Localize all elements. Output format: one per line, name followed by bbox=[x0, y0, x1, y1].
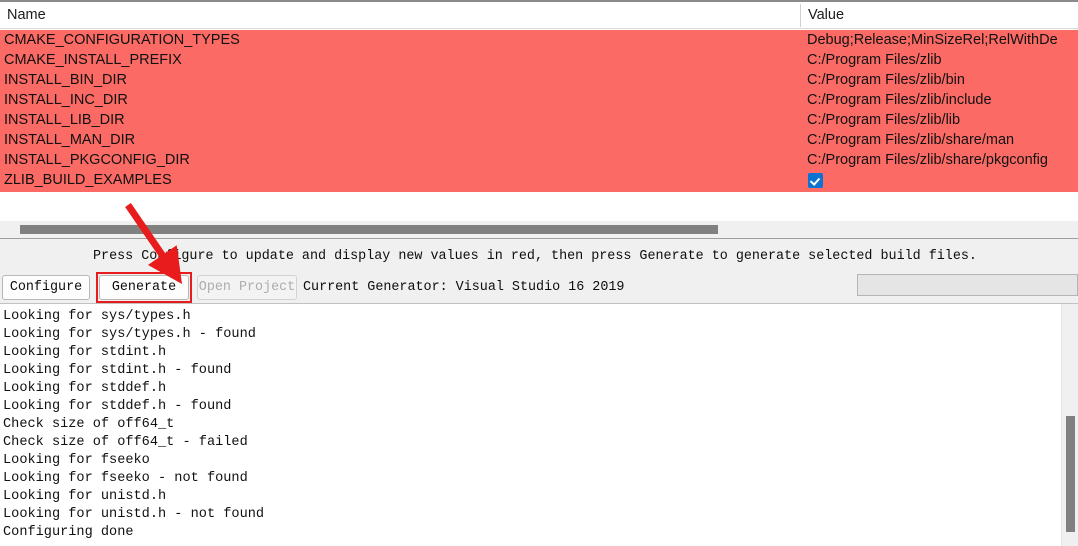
horizontal-scrollbar-thumb[interactable] bbox=[20, 225, 718, 234]
cache-variables-panel: Name Value CMAKE_CONFIGURATION_TYPES Deb… bbox=[0, 0, 1078, 192]
table-row[interactable]: INSTALL_LIB_DIR C:/Program Files/zlib/li… bbox=[0, 110, 1078, 130]
cache-table-header: Name Value bbox=[0, 2, 1078, 29]
table-row[interactable]: ZLIB_BUILD_EXAMPLES bbox=[0, 170, 1078, 190]
configure-button[interactable]: Configure bbox=[2, 275, 90, 300]
cache-variable-value[interactable]: C:/Program Files/zlib bbox=[807, 50, 1078, 70]
horizontal-scrollbar[interactable] bbox=[0, 221, 1078, 239]
cache-table-body: CMAKE_CONFIGURATION_TYPES Debug;Release;… bbox=[0, 30, 1078, 192]
output-console[interactable]: Looking for sys/types.h Looking for sys/… bbox=[0, 303, 1078, 546]
output-line: Looking for fseeko bbox=[3, 453, 150, 468]
generate-button[interactable]: Generate bbox=[99, 275, 189, 300]
output-line: Looking for stddef.h - found bbox=[3, 399, 232, 414]
table-row[interactable]: INSTALL_INC_DIR C:/Program Files/zlib/in… bbox=[0, 90, 1078, 110]
output-line: Looking for fseeko - not found bbox=[3, 471, 248, 486]
cache-variable-value[interactable]: C:/Program Files/zlib/include bbox=[807, 90, 1078, 110]
output-line: Looking for stdint.h - found bbox=[3, 363, 232, 378]
current-generator-label: Current Generator: Visual Studio 16 2019 bbox=[303, 280, 625, 295]
table-row[interactable]: INSTALL_PKGCONFIG_DIR C:/Program Files/z… bbox=[0, 150, 1078, 170]
output-line: Configuring done bbox=[3, 525, 134, 540]
table-row[interactable]: CMAKE_CONFIGURATION_TYPES Debug;Release;… bbox=[0, 30, 1078, 50]
cache-variable-value[interactable]: Debug;Release;MinSizeRel;RelWithDe bbox=[807, 30, 1078, 50]
output-line: Check size of off64_t bbox=[3, 417, 175, 432]
output-console-lines: Looking for sys/types.h Looking for sys/… bbox=[3, 308, 1043, 542]
output-line: Looking for stdint.h bbox=[3, 345, 167, 360]
cache-variable-value[interactable]: C:/Program Files/zlib/share/pkgconfig bbox=[807, 150, 1078, 170]
cache-variable-name: INSTALL_INC_DIR bbox=[4, 92, 128, 108]
cache-variable-value[interactable]: C:/Program Files/zlib/bin bbox=[807, 70, 1078, 90]
column-header-value[interactable]: Value bbox=[808, 2, 1073, 28]
output-line: Looking for sys/types.h - found bbox=[3, 327, 256, 342]
cache-variable-name: INSTALL_PKGCONFIG_DIR bbox=[4, 152, 190, 168]
cache-variable-value[interactable]: C:/Program Files/zlib/share/man bbox=[807, 130, 1078, 150]
zlib-build-examples-checkbox[interactable] bbox=[808, 173, 823, 188]
vertical-scrollbar[interactable] bbox=[1061, 304, 1078, 546]
open-project-button: Open Project bbox=[197, 275, 297, 300]
panel-gap bbox=[0, 192, 1078, 221]
output-line: Check size of off64_t - failed bbox=[3, 435, 248, 450]
column-divider[interactable] bbox=[800, 4, 801, 27]
cache-variable-name: INSTALL_BIN_DIR bbox=[4, 72, 128, 88]
column-header-name[interactable]: Name bbox=[7, 2, 797, 28]
cache-variable-name: CMAKE_CONFIGURATION_TYPES bbox=[4, 32, 240, 48]
progress-bar bbox=[857, 274, 1078, 296]
hint-text: Press Configure to update and display ne… bbox=[93, 249, 977, 264]
output-line: Looking for unistd.h - not found bbox=[3, 507, 265, 522]
cache-variable-name: CMAKE_INSTALL_PREFIX bbox=[4, 52, 182, 68]
table-row[interactable]: CMAKE_INSTALL_PREFIX C:/Program Files/zl… bbox=[0, 50, 1078, 70]
output-line: Looking for sys/types.h bbox=[3, 309, 191, 324]
cache-variable-name: ZLIB_BUILD_EXAMPLES bbox=[4, 172, 172, 188]
vertical-scrollbar-thumb[interactable] bbox=[1066, 416, 1075, 532]
table-row[interactable]: INSTALL_BIN_DIR C:/Program Files/zlib/bi… bbox=[0, 70, 1078, 90]
table-row[interactable]: INSTALL_MAN_DIR C:/Program Files/zlib/sh… bbox=[0, 130, 1078, 150]
output-line: Looking for stddef.h bbox=[3, 381, 167, 396]
cache-variable-value[interactable]: C:/Program Files/zlib/lib bbox=[807, 110, 1078, 130]
cache-variable-name: INSTALL_MAN_DIR bbox=[4, 132, 136, 148]
output-line: Looking for unistd.h bbox=[3, 489, 167, 504]
cache-variable-name: INSTALL_LIB_DIR bbox=[4, 112, 125, 128]
